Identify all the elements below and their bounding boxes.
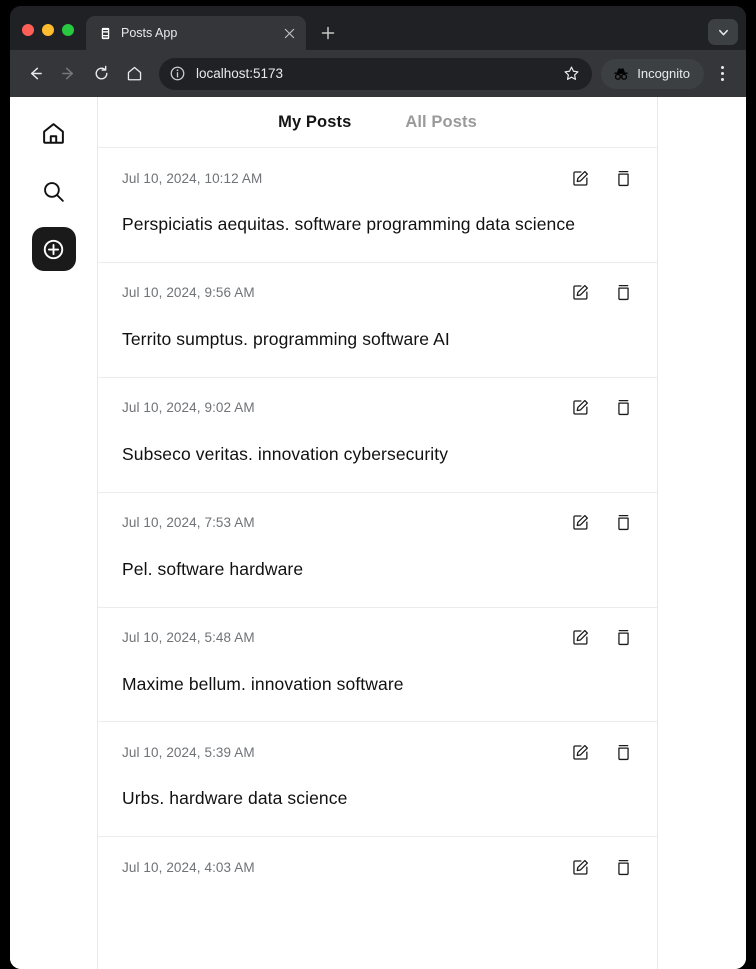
- incognito-indicator[interactable]: Incognito: [601, 58, 704, 89]
- tab-all-posts[interactable]: All Posts: [405, 113, 477, 132]
- sidebar-item-home[interactable]: [32, 111, 76, 155]
- sidebar-item-search[interactable]: [32, 169, 76, 213]
- delete-post-button[interactable]: [613, 628, 633, 648]
- post-actions: [570, 742, 633, 762]
- post-actions: [570, 857, 633, 877]
- home-icon: [41, 121, 66, 146]
- post-header-row: Jul 10, 2024, 5:39 AM: [122, 742, 633, 762]
- home-button[interactable]: [119, 58, 150, 89]
- post-list-item[interactable]: Jul 10, 2024, 4:03 AM: [98, 837, 657, 878]
- three-dots-icon-dot3: [720, 78, 724, 81]
- maximize-window-button[interactable]: [62, 24, 74, 36]
- post-actions: [570, 168, 633, 188]
- three-dots-icon-dot2: [720, 72, 724, 75]
- minimize-window-button[interactable]: [42, 24, 54, 36]
- delete-post-button[interactable]: [613, 168, 633, 188]
- post-header-row: Jul 10, 2024, 10:12 AM: [122, 168, 633, 188]
- reload-icon: [93, 65, 110, 82]
- post-list-item[interactable]: Jul 10, 2024, 9:02 AM Subseco veritas. i…: [98, 377, 657, 493]
- browser-tab[interactable]: Posts App: [86, 16, 306, 50]
- traffic-lights: [10, 24, 86, 50]
- info-circle-icon[interactable]: [168, 64, 187, 83]
- edit-post-button[interactable]: [570, 283, 590, 303]
- arrow-right-icon: [60, 65, 77, 82]
- post-header-row: Jul 10, 2024, 9:02 AM: [122, 398, 633, 418]
- post-timestamp: Jul 10, 2024, 7:53 AM: [122, 515, 255, 531]
- post-timestamp: Jul 10, 2024, 5:39 AM: [122, 744, 255, 760]
- plus-icon: [321, 26, 335, 40]
- post-title: Subseco veritas. innovation cybersecurit…: [122, 443, 449, 464]
- post-title: Maxime bellum. innovation software: [122, 673, 404, 694]
- post-timestamp: Jul 10, 2024, 4:03 AM: [122, 859, 255, 875]
- post-timestamp: Jul 10, 2024, 10:12 AM: [122, 170, 263, 186]
- app-sidebar: [10, 97, 98, 969]
- browser-tab-strip: Posts App: [10, 6, 746, 50]
- posts-tabs: My Posts All Posts: [98, 97, 657, 148]
- incognito-label: Incognito: [637, 66, 690, 81]
- edit-post-button[interactable]: [570, 628, 590, 648]
- post-actions: [570, 628, 633, 648]
- post-title: Pel. software hardware: [122, 558, 304, 579]
- post-header-row: Jul 10, 2024, 7:53 AM: [122, 513, 633, 533]
- tab-my-posts[interactable]: My Posts: [278, 113, 351, 132]
- edit-post-button[interactable]: [570, 513, 590, 533]
- edit-post-button[interactable]: [570, 168, 590, 188]
- delete-post-button[interactable]: [613, 283, 633, 303]
- post-list-item[interactable]: Jul 10, 2024, 9:56 AM Territo sumptus. p…: [98, 262, 657, 378]
- reload-button[interactable]: [86, 58, 117, 89]
- post-actions: [570, 283, 633, 303]
- close-icon[interactable]: [280, 24, 298, 42]
- posts-panel: My Posts All Posts Jul 10, 2024, 10:12 A…: [98, 97, 658, 969]
- post-list-item[interactable]: Jul 10, 2024, 5:39 AM Urbs. hardware dat…: [98, 722, 657, 838]
- home-icon: [126, 65, 143, 82]
- post-list-item[interactable]: Jul 10, 2024, 5:48 AM Maxime bellum. inn…: [98, 607, 657, 723]
- post-title: Urbs. hardware data science: [122, 788, 348, 809]
- post-timestamp: Jul 10, 2024, 9:02 AM: [122, 400, 255, 416]
- browser-tab-title: Posts App: [121, 26, 178, 40]
- close-window-button[interactable]: [22, 24, 34, 36]
- address-bar[interactable]: localhost:5173: [159, 57, 593, 90]
- arrow-left-icon: [27, 65, 44, 82]
- incognito-icon: [612, 65, 630, 83]
- browser-menu-button[interactable]: [708, 59, 736, 89]
- posts-list: Jul 10, 2024, 10:12 AM Perspiciatis aequ…: [98, 148, 657, 969]
- edit-post-button[interactable]: [570, 857, 590, 877]
- browser-toolbar: localhost:5173 Incognito: [10, 50, 746, 97]
- search-icon: [41, 179, 66, 204]
- sidebar-item-create-post[interactable]: [31, 227, 76, 271]
- plus-circle-icon: [41, 237, 66, 262]
- forward-button[interactable]: [53, 58, 84, 89]
- post-list-item[interactable]: Jul 10, 2024, 10:12 AM Perspiciatis aequ…: [98, 148, 657, 263]
- page-viewport: My Posts All Posts Jul 10, 2024, 10:12 A…: [10, 97, 746, 969]
- new-tab-button[interactable]: [314, 19, 342, 47]
- post-actions: [570, 398, 633, 418]
- tab-search-button[interactable]: [708, 19, 738, 45]
- post-list-item[interactable]: Jul 10, 2024, 7:53 AM Pel. software hard…: [98, 492, 657, 608]
- back-button[interactable]: [20, 58, 51, 89]
- post-title: Perspiciatis aequitas. software programm…: [122, 214, 576, 234]
- delete-post-button[interactable]: [613, 513, 633, 533]
- three-dots-icon: [720, 66, 724, 69]
- post-timestamp: Jul 10, 2024, 5:48 AM: [122, 630, 255, 645]
- post-timestamp: Jul 10, 2024, 9:56 AM: [122, 285, 255, 301]
- app-favicon-icon: [98, 26, 112, 40]
- post-actions: [570, 513, 633, 533]
- delete-post-button[interactable]: [613, 857, 633, 877]
- delete-post-button[interactable]: [613, 398, 633, 418]
- chevron-down-icon: [717, 26, 730, 39]
- edit-post-button[interactable]: [570, 398, 590, 418]
- post-header-row: Jul 10, 2024, 4:03 AM: [122, 857, 633, 877]
- post-header-row: Jul 10, 2024, 5:48 AM: [122, 628, 633, 648]
- delete-post-button[interactable]: [613, 742, 633, 762]
- page-empty-area: [658, 97, 746, 969]
- address-bar-url[interactable]: localhost:5173: [196, 66, 551, 81]
- post-header-row: Jul 10, 2024, 9:56 AM: [122, 283, 633, 303]
- post-title: Territo sumptus. programming software AI: [122, 328, 450, 349]
- edit-post-button[interactable]: [570, 742, 590, 762]
- browser-window: Posts App localhost:5173 Incognito My Po…: [10, 6, 746, 969]
- star-icon[interactable]: [560, 63, 582, 85]
